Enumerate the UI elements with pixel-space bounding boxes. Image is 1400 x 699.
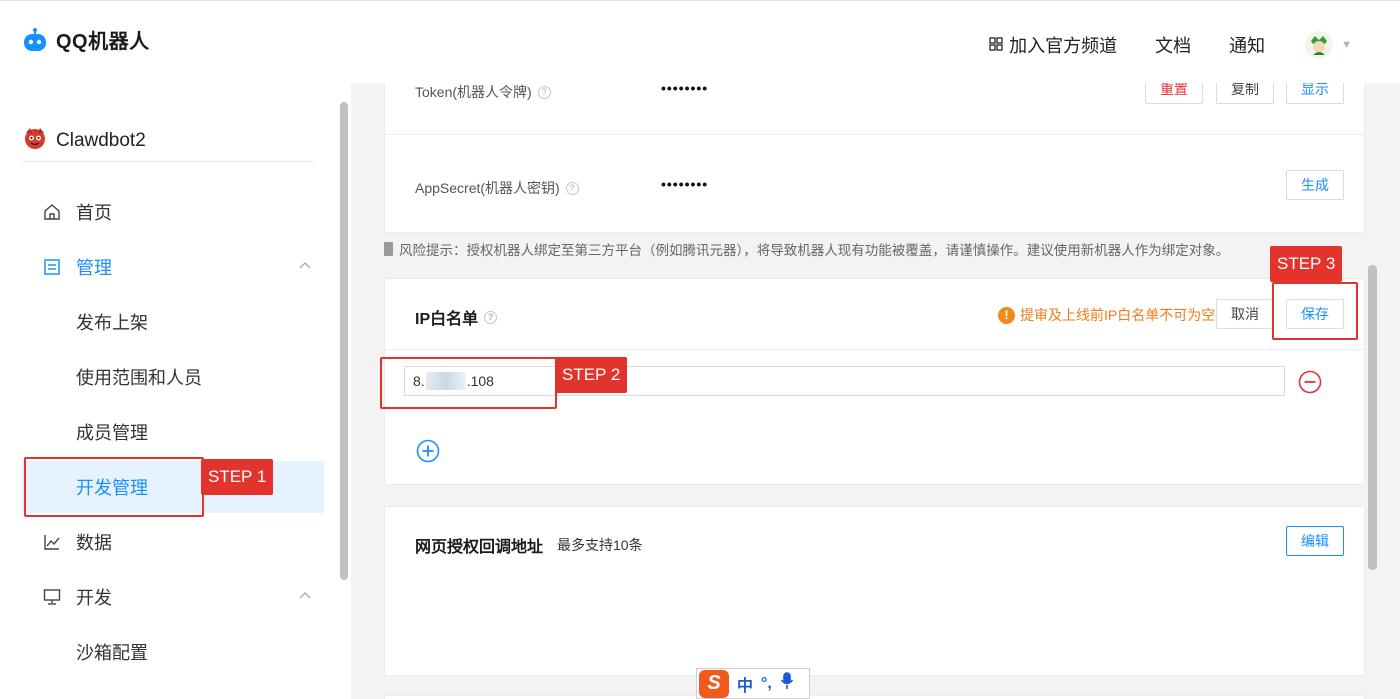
cancel-button[interactable]: 取消 (1216, 299, 1274, 329)
help-icon[interactable]: ? (537, 85, 551, 99)
bot-name: Clawdbot2 (56, 129, 146, 151)
show-button[interactable]: 显示 (1286, 83, 1344, 104)
token-value: •••••••• (661, 83, 709, 96)
chevron-down-icon[interactable]: ▼ (1341, 39, 1352, 51)
secret-label-row: AppSecret(机器人密钥) ? (415, 178, 579, 198)
ime-toolbar[interactable]: S 中 °, (696, 668, 810, 699)
plus-circle-icon (416, 439, 440, 463)
divider (385, 134, 1364, 135)
sidebar-item-home[interactable]: 首页 (22, 186, 324, 238)
notify-link[interactable]: 通知 (1229, 32, 1265, 58)
next-card (384, 695, 1365, 699)
robot-logo-icon (22, 27, 48, 53)
ime-mode[interactable]: 中 (737, 672, 753, 696)
monitor-icon (42, 587, 62, 607)
reset-button[interactable]: 重置 (1145, 83, 1203, 104)
chevron-up-icon[interactable] (298, 587, 312, 608)
minus-circle-icon (1298, 370, 1322, 394)
bot-avatar-icon (22, 125, 48, 156)
app-name: QQ机器人 (56, 31, 150, 53)
whitelist-warning-text: 提审及上线前IP白名单不可为空 (1020, 307, 1216, 323)
home-icon (42, 202, 62, 222)
sidebar-item-label: 首页 (76, 203, 112, 223)
sidebar-item-label: 开发 (76, 588, 112, 608)
callback-title-row: 网页授权回调地址 最多支持10条 (415, 533, 643, 557)
ime-punctuation[interactable]: °, (761, 675, 772, 693)
token-label-row: Token(机器人令牌) ? (415, 83, 551, 102)
sidebar-item-members[interactable]: 成员管理 (22, 406, 324, 458)
top-nav: 加入官方频道 文档 通知 ▼ (951, 31, 1352, 59)
join-channel-label: 加入官方频道 (1009, 36, 1118, 56)
sidebar-item-scope[interactable]: 使用范围和人员 (22, 351, 324, 403)
sidebar-item-label: 管理 (76, 258, 112, 278)
edit-callback-button[interactable]: 编辑 (1286, 526, 1344, 556)
sidebar-item-data[interactable]: 数据 (22, 516, 324, 568)
warning-icon: ! (998, 306, 1015, 324)
divider (385, 349, 1364, 350)
callback-hint: 最多支持10条 (557, 537, 643, 553)
help-icon[interactable]: ? (565, 181, 579, 195)
line-chart-icon (42, 532, 62, 552)
copy-button[interactable]: 复制 (1216, 83, 1274, 104)
callback-title: 网页授权回调地址 (415, 539, 544, 556)
user-avatar[interactable] (1305, 31, 1334, 59)
sogou-logo-icon: S (699, 669, 729, 698)
add-ip-button[interactable] (416, 439, 440, 463)
help-icon[interactable]: ? (484, 310, 498, 324)
chevron-up-icon[interactable] (298, 257, 312, 278)
ip-whitelist-title: IP白名单 (415, 311, 479, 328)
top-bar: QQ机器人 加入官方频道 文档 通知 ▼ (0, 0, 1400, 83)
divider (22, 161, 314, 162)
token-label: Token(机器人令牌) (415, 84, 532, 100)
step3-tag: STEP 3 (1270, 246, 1343, 282)
step2-tag: STEP 2 (555, 357, 628, 393)
sidebar-item-manage[interactable]: 管理 (22, 241, 324, 293)
sidebar-item-dev[interactable]: 开发 (22, 571, 324, 623)
notice-bar-icon (384, 242, 393, 256)
risk-notice: 风险提示：授权机器人绑定至第三方平台（例如腾讯元器），将导致机器人现有功能被覆盖… (384, 239, 1229, 259)
sidebar: Clawdbot2 首页 管理 发布上架 使用范围和人员 成员管理 开发管理 数… (0, 83, 340, 699)
list-icon (42, 257, 62, 277)
step1-highlight (24, 457, 204, 517)
whitelist-warning: ! 提审及上线前IP白名单不可为空 (998, 305, 1215, 325)
qr-code-icon (989, 35, 1003, 56)
sidebar-item-publish[interactable]: 发布上架 (22, 296, 324, 348)
docs-link[interactable]: 文档 (1155, 32, 1191, 58)
risk-notice-text: 风险提示：授权机器人绑定至第三方平台（例如腾讯元器），将导致机器人现有功能被覆盖… (399, 243, 1230, 258)
remove-ip-button[interactable] (1298, 370, 1322, 394)
main-scrollbar[interactable] (1368, 265, 1377, 570)
app-logo[interactable]: QQ机器人 (22, 25, 150, 54)
secret-value: •••••••• (661, 176, 709, 192)
sidebar-scrollbar[interactable] (340, 102, 348, 580)
microphone-icon[interactable] (780, 672, 794, 695)
sidebar-item-sandbox[interactable]: 沙箱配置 (22, 626, 324, 678)
step3-highlight (1272, 282, 1358, 340)
bot-selector[interactable]: Clawdbot2 (22, 125, 146, 156)
step1-tag: STEP 1 (201, 459, 274, 495)
step2-highlight (380, 357, 557, 409)
ip-whitelist-title-row: IP白名单 ? (415, 305, 498, 329)
sidebar-item-label: 数据 (76, 533, 112, 553)
credentials-card: Token(机器人令牌) ? •••••••• 重置 复制 显示 AppSecr… (384, 83, 1365, 233)
callback-card: 网页授权回调地址 最多支持10条 编辑 (384, 506, 1365, 676)
secret-label: AppSecret(机器人密钥) (415, 180, 560, 196)
generate-button[interactable]: 生成 (1286, 170, 1344, 200)
join-channel-link[interactable]: 加入官方频道 (989, 32, 1117, 58)
